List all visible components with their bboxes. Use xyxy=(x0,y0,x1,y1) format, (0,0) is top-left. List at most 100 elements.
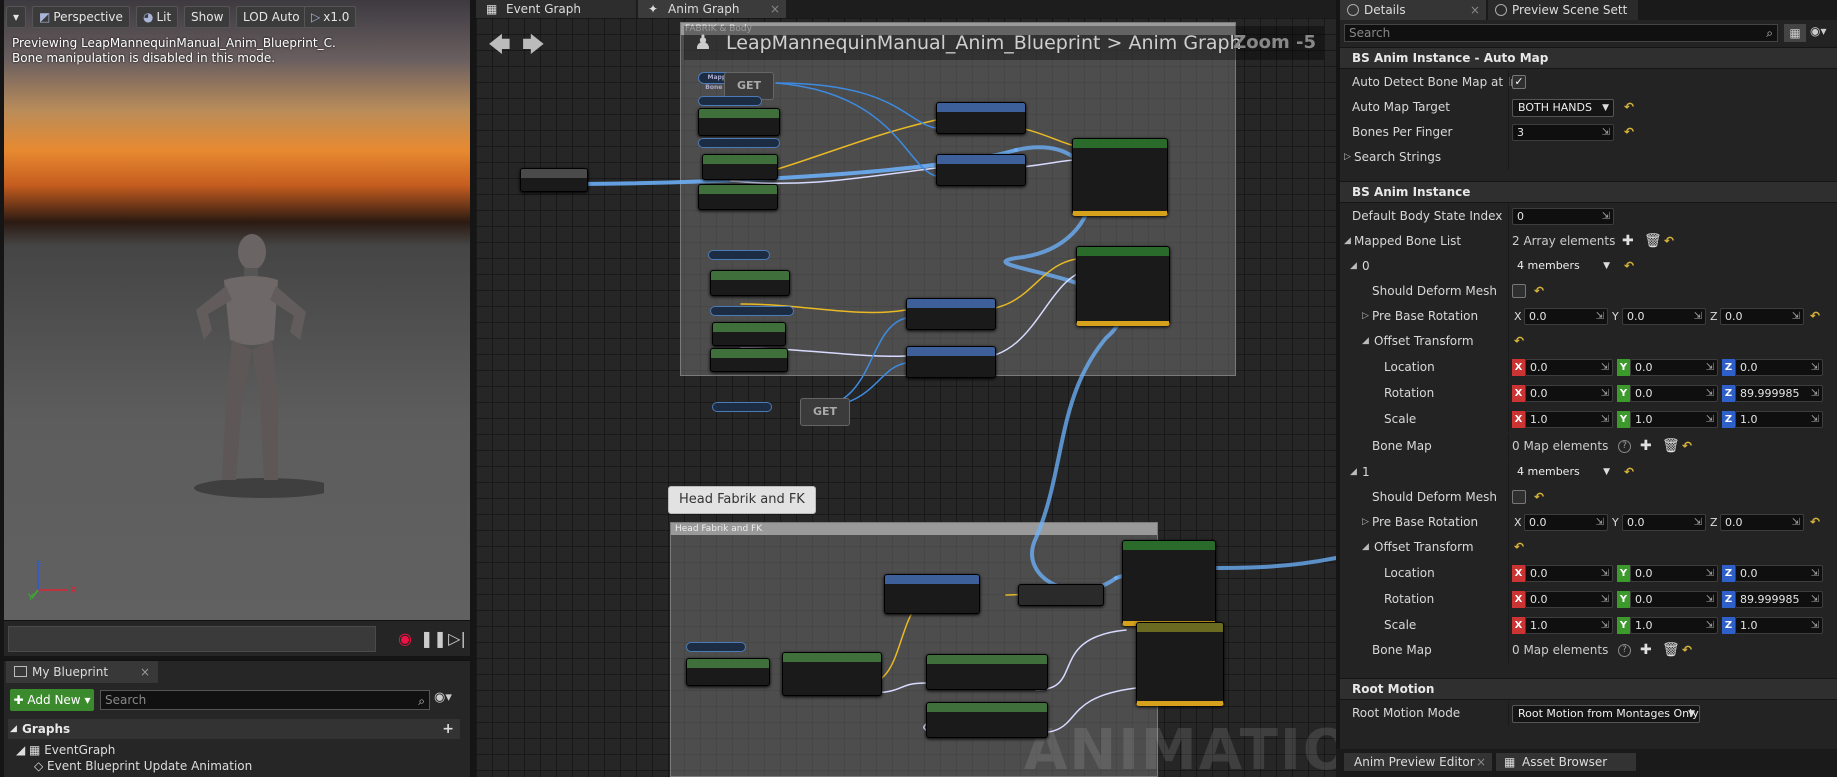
position-node[interactable] xyxy=(712,322,786,346)
location-x-input[interactable]: 0.0 ⇲ xyxy=(1525,359,1613,376)
lower-arm-node[interactable] xyxy=(698,138,780,148)
location-y-input[interactable]: 0.0 ⇲ xyxy=(1630,359,1718,376)
record-icon[interactable]: ◉ xyxy=(394,628,416,650)
view-options-eye-icon[interactable]: ◉▾ xyxy=(434,690,452,705)
reset-to-default-icon[interactable]: ↶ xyxy=(1514,540,1524,554)
fabrik-node-left-arm[interactable] xyxy=(1072,138,1168,216)
body-state-skeleton-variable[interactable] xyxy=(708,250,770,260)
my-blueprint-tab[interactable]: My Blueprint × xyxy=(6,661,158,683)
view-options-eye-icon[interactable]: ◉▾ xyxy=(1810,24,1827,38)
viewport-menu-button[interactable]: ▾ xyxy=(6,6,26,28)
location-y-input[interactable]: 0.0 ⇲ xyxy=(1630,565,1718,582)
fabrik-node-head[interactable] xyxy=(1122,540,1216,626)
position-node[interactable] xyxy=(702,154,778,180)
reset-to-default-icon[interactable]: ↶ xyxy=(1682,439,1692,453)
property-matrix-icon[interactable]: ▦ xyxy=(1784,24,1806,42)
close-icon[interactable]: × xyxy=(1476,753,1486,771)
reset-to-default-icon[interactable]: ↶ xyxy=(1624,465,1634,479)
bones-per-finger-input[interactable]: 3 ⇲ xyxy=(1512,124,1614,141)
scale-x-input[interactable]: 1.0 ⇲ xyxy=(1525,411,1613,428)
lit-button[interactable]: ◕ Lit xyxy=(136,6,179,28)
location-z-input[interactable]: 0.0 ⇲ xyxy=(1735,359,1823,376)
trash-icon[interactable]: 🗑 xyxy=(1662,439,1680,453)
collapse-triangle-icon[interactable]: ◢ xyxy=(1350,254,1357,279)
scale-z-input[interactable]: 1.0 ⇲ xyxy=(1735,411,1823,428)
expand-triangle-icon[interactable]: ▷ xyxy=(1344,145,1351,170)
location-z-input[interactable]: 0.0 ⇲ xyxy=(1735,565,1823,582)
location-x-input[interactable]: 0.0 ⇲ xyxy=(1525,565,1613,582)
reset-to-default-icon[interactable]: ↶ xyxy=(1624,100,1634,114)
reset-to-default-icon[interactable]: ↶ xyxy=(1624,125,1634,139)
category-root-motion[interactable]: Root Motion xyxy=(1340,678,1837,700)
graphs-section-header[interactable]: ◢ Graphs + xyxy=(8,719,460,739)
vector-add-node[interactable] xyxy=(1018,584,1104,606)
close-icon[interactable]: × xyxy=(770,0,780,18)
pre-base-rotation-y-input[interactable]: 0.0 ⇲ xyxy=(1622,514,1706,531)
root-motion-mode-dropdown[interactable]: Root Motion from Montages Only ▼ xyxy=(1512,705,1700,723)
lower-arm-node[interactable] xyxy=(710,306,794,316)
help-icon[interactable]: ? xyxy=(1618,440,1631,453)
head-node[interactable] xyxy=(686,658,770,686)
add-new-button[interactable]: ✚ Add New ▾ xyxy=(10,689,94,711)
collapse-triangle-icon[interactable]: ◢ xyxy=(1362,329,1369,354)
timeline-scrubber[interactable] xyxy=(8,626,376,652)
mapped-bone-list-variable[interactable] xyxy=(712,402,772,412)
trash-icon[interactable]: 🗑 xyxy=(1662,643,1680,657)
adjust-rotation-node-left[interactable] xyxy=(936,154,1026,186)
expand-triangle-icon[interactable]: ▷ xyxy=(1362,510,1369,535)
category-auto-map[interactable]: BS Anim Instance - Auto Map xyxy=(1340,47,1837,69)
scale-y-input[interactable]: 1.0 ⇲ xyxy=(1630,617,1718,634)
reset-to-default-icon[interactable]: ↶ xyxy=(1810,515,1820,529)
adjust-position-node-left[interactable] xyxy=(936,102,1026,134)
transform-bone-node[interactable] xyxy=(1136,622,1224,706)
tab-anim-preview-editor[interactable]: Anim Preview Editor × xyxy=(1344,753,1492,771)
playback-speed-button[interactable]: ▷ x1.0 xyxy=(304,6,357,28)
category-bs-anim-instance[interactable]: BS Anim Instance xyxy=(1340,181,1837,203)
rotation-x-input[interactable]: 0.0 ⇲ xyxy=(1525,591,1613,608)
element-0-members-dropdown[interactable]: 4 members ▼ xyxy=(1512,258,1614,276)
reset-to-default-icon[interactable]: ↶ xyxy=(1624,259,1634,273)
my-blueprint-search-input[interactable]: Search ⌕ xyxy=(100,690,430,710)
local-to-component-node[interactable] xyxy=(520,168,588,192)
expand-triangle-icon[interactable]: ▷ xyxy=(1362,304,1369,329)
tab-preview-scene-settings[interactable]: Preview Scene Sett xyxy=(1488,0,1638,20)
break-transform-node[interactable] xyxy=(782,652,882,696)
reset-to-default-icon[interactable]: ↶ xyxy=(1514,334,1524,348)
scale-y-input[interactable]: 1.0 ⇲ xyxy=(1630,411,1718,428)
pre-base-rotation-y-input[interactable]: 0.0 ⇲ xyxy=(1622,308,1706,325)
pre-base-rotation-z-input[interactable]: 0.0 ⇲ xyxy=(1720,514,1804,531)
rotation-y-input[interactable]: 0.0 ⇲ xyxy=(1630,591,1718,608)
right-arm-node[interactable] xyxy=(710,270,790,296)
left-arm-node[interactable] xyxy=(698,108,780,136)
reset-to-default-icon[interactable]: ↶ xyxy=(1534,284,1544,298)
combine-rotators-node[interactable] xyxy=(926,654,1048,690)
lod-button[interactable]: LOD Auto xyxy=(236,6,307,28)
combine-rotators-node[interactable] xyxy=(926,702,1048,738)
row-search-strings[interactable]: ▷ Search Strings xyxy=(1340,145,1837,170)
add-element-icon[interactable]: ✚ xyxy=(1622,234,1634,248)
add-element-icon[interactable]: ✚ xyxy=(1640,439,1652,453)
rotation-x-input[interactable]: 0.0 ⇲ xyxy=(1525,385,1613,402)
tab-event-graph[interactable]: ▦ Event Graph xyxy=(476,0,636,18)
should-deform-checkbox[interactable] xyxy=(1512,284,1526,298)
reset-to-default-icon[interactable]: ↶ xyxy=(1534,490,1544,504)
reset-to-default-icon[interactable]: ↶ xyxy=(1810,309,1820,323)
details-search-input[interactable]: Search ⌕ xyxy=(1344,24,1778,42)
eventgraph-tree-item[interactable]: ◢ ▦ EventGraph xyxy=(16,743,115,757)
step-forward-icon[interactable]: ▷| xyxy=(446,628,468,650)
orientation-node[interactable] xyxy=(710,348,788,372)
auto-map-target-dropdown[interactable]: BOTH HANDS ▼ xyxy=(1512,99,1614,117)
help-icon[interactable]: ? xyxy=(1618,644,1631,657)
tab-anim-graph[interactable]: ✦ Anim Graph × xyxy=(638,0,786,18)
scale-z-input[interactable]: 1.0 ⇲ xyxy=(1735,617,1823,634)
pre-base-rotation-x-input[interactable]: 0.0 ⇲ xyxy=(1524,308,1608,325)
pause-icon[interactable]: ❚❚ xyxy=(420,628,447,650)
perspective-button[interactable]: ◩ Perspective xyxy=(32,6,130,28)
close-icon[interactable]: × xyxy=(1470,0,1480,20)
adjust-position-node-right[interactable] xyxy=(906,298,996,330)
body-state-skeleton-variable[interactable] xyxy=(698,96,762,106)
tab-details[interactable]: Details × xyxy=(1340,0,1486,20)
tab-asset-browser[interactable]: ▦ Asset Browser xyxy=(1496,753,1636,771)
adjust-rotation-node-right[interactable] xyxy=(906,346,996,378)
get-node[interactable]: GET xyxy=(800,398,850,426)
